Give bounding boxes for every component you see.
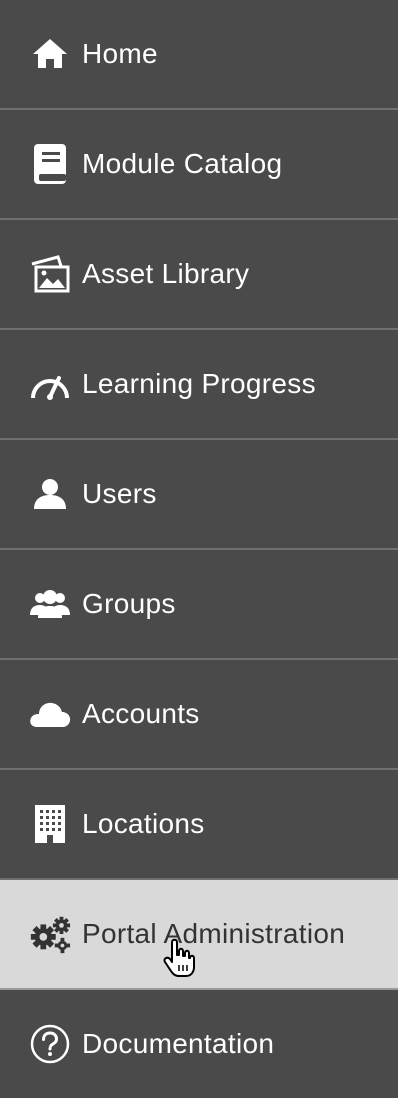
nav-item-label: Portal Administration [82,918,346,949]
cloud-icon [28,692,72,736]
nav-item-asset-library[interactable]: Asset Library [0,220,398,330]
gauge-icon [28,362,72,406]
hand-cursor-icon [163,938,195,977]
nav-item-label: Accounts [82,698,200,729]
user-icon [28,472,72,516]
nav-item-label: Module Catalog [82,148,283,179]
nav-item-home[interactable]: Home [0,0,398,110]
nav-item-label: Groups [82,588,176,619]
nav-item-documentation[interactable]: Documentation [0,990,398,1098]
building-icon [28,802,72,846]
sidebar-nav: Home Module Catalog Asset Library Learni… [0,0,398,1098]
nav-item-label: Documentation [82,1028,275,1059]
nav-item-accounts[interactable]: Accounts [0,660,398,770]
nav-item-label: Locations [82,808,205,839]
group-icon [28,582,72,626]
nav-item-label: Learning Progress [82,368,316,399]
nav-item-label: Users [82,478,157,509]
gears-icon [28,912,72,956]
nav-item-groups[interactable]: Groups [0,550,398,660]
question-circle-icon [28,1022,72,1066]
nav-item-label: Home [82,38,158,69]
nav-item-label: Asset Library [82,258,250,289]
nav-item-locations[interactable]: Locations [0,770,398,880]
book-icon [28,142,72,186]
nav-item-portal-administration[interactable]: Portal Administration [0,880,398,990]
nav-item-users[interactable]: Users [0,440,398,550]
asset-library-icon [28,252,72,296]
nav-item-learning-progress[interactable]: Learning Progress [0,330,398,440]
nav-item-module-catalog[interactable]: Module Catalog [0,110,398,220]
home-icon [28,32,72,76]
